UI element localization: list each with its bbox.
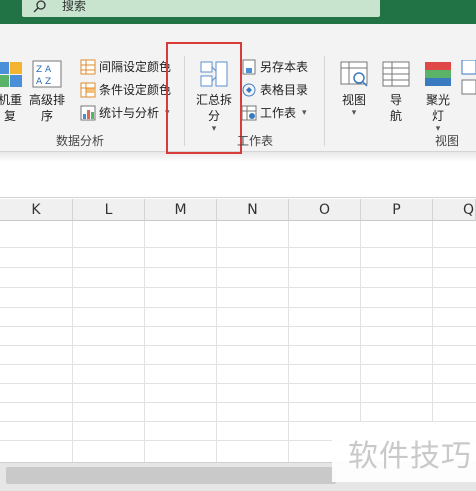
column-header-q[interactable]: Q [433, 199, 476, 221]
spotlight-label-2: 灯 [431, 109, 444, 123]
view-label: 视图 [341, 93, 366, 107]
partial-right-icon [461, 60, 476, 95]
horizontal-scrollbar[interactable] [6, 467, 336, 484]
advanced-sort-button[interactable]: Z A A Z 高级排 序 [27, 60, 67, 124]
spotlight-button[interactable]: 聚光 灯 ▾ [418, 60, 458, 134]
view-icon [340, 61, 368, 87]
spotlight-label-1: 聚光 [425, 93, 450, 107]
column-header-m[interactable]: M [145, 199, 217, 221]
stats-analysis-button[interactable]: 统计与分析 ▾ [80, 104, 170, 122]
advanced-sort-label-1: 高级排 [28, 93, 65, 107]
partial-duplicate-button[interactable]: 机重 复 [0, 60, 26, 124]
save-sheet-icon [242, 59, 256, 75]
conditional-color-button[interactable]: 条件设定颜色 [80, 81, 171, 99]
svg-text:Z A: Z A [36, 65, 52, 75]
navigation-label-1: 导 [389, 93, 402, 107]
partial-duplicate-label-1: 机重 [0, 93, 22, 107]
grid-color-icon [0, 62, 22, 87]
stats-analysis-label: 统计与分析 [99, 106, 160, 120]
grid-col-line [360, 221, 361, 421]
view-dropdown-icon: ▾ [351, 108, 357, 118]
advanced-sort-label-2: 序 [40, 109, 53, 123]
partial-right-button[interactable] [460, 60, 476, 100]
save-sheet-button[interactable]: 另存本表 [241, 58, 308, 76]
search-label: 搜索 [62, 0, 87, 13]
navigation-icon [382, 61, 410, 87]
stats-icon [80, 105, 96, 121]
navigation-label-2: 航 [389, 109, 402, 123]
worksheet-button[interactable]: 工作表 ▾ [241, 104, 307, 122]
svg-text:A Z: A Z [36, 77, 51, 87]
sort-az-icon: Z A A Z [32, 60, 62, 88]
worksheet-group-label: 工作表 [237, 134, 274, 148]
interval-color-button[interactable]: 间隔设定颜色 [80, 58, 171, 76]
column-header-l[interactable]: L [73, 199, 145, 221]
separator-2 [324, 56, 325, 146]
partial-duplicate-label-2: 复 [3, 109, 16, 123]
catalog-icon [242, 83, 256, 97]
search-icon [33, 0, 46, 13]
table-catalog-button[interactable]: 表格目录 [241, 81, 308, 99]
worksheet-dropdown-icon: ▾ [302, 108, 307, 118]
grid-col-line [72, 221, 73, 462]
worksheet-label: 工作表 [260, 106, 297, 120]
view-button[interactable]: 视图 ▾ [334, 60, 374, 118]
grid-col-line [288, 221, 289, 462]
formula-bar-area[interactable] [0, 162, 476, 198]
grid-col-line [144, 221, 145, 462]
spotlight-icon [425, 62, 451, 86]
table-catalog-label: 表格目录 [260, 83, 309, 97]
column-header-o[interactable]: O [289, 199, 361, 221]
save-sheet-label: 另存本表 [260, 60, 309, 74]
grid-col-line [432, 221, 433, 421]
view-group-label: 视图 [435, 134, 460, 148]
grid-col-line [216, 221, 217, 462]
column-header-k[interactable]: K [0, 199, 73, 221]
navigation-button[interactable]: 导 航 [378, 60, 414, 124]
interval-color-label: 间隔设定颜色 [99, 60, 172, 74]
conditional-color-label: 条件设定颜色 [99, 83, 172, 97]
highlight-box [166, 42, 242, 154]
watermark: 软件技巧 [332, 432, 476, 482]
table-color-icon [80, 59, 96, 75]
data-analysis-group-label: 数据分析 [56, 134, 105, 148]
table-condition-icon [80, 82, 96, 98]
column-header-n[interactable]: N [217, 199, 289, 221]
column-header-p[interactable]: P [361, 199, 433, 221]
search-box[interactable]: 搜索 [22, 0, 380, 17]
worksheet-icon [241, 105, 257, 121]
title-bar: 搜索 [0, 0, 476, 24]
